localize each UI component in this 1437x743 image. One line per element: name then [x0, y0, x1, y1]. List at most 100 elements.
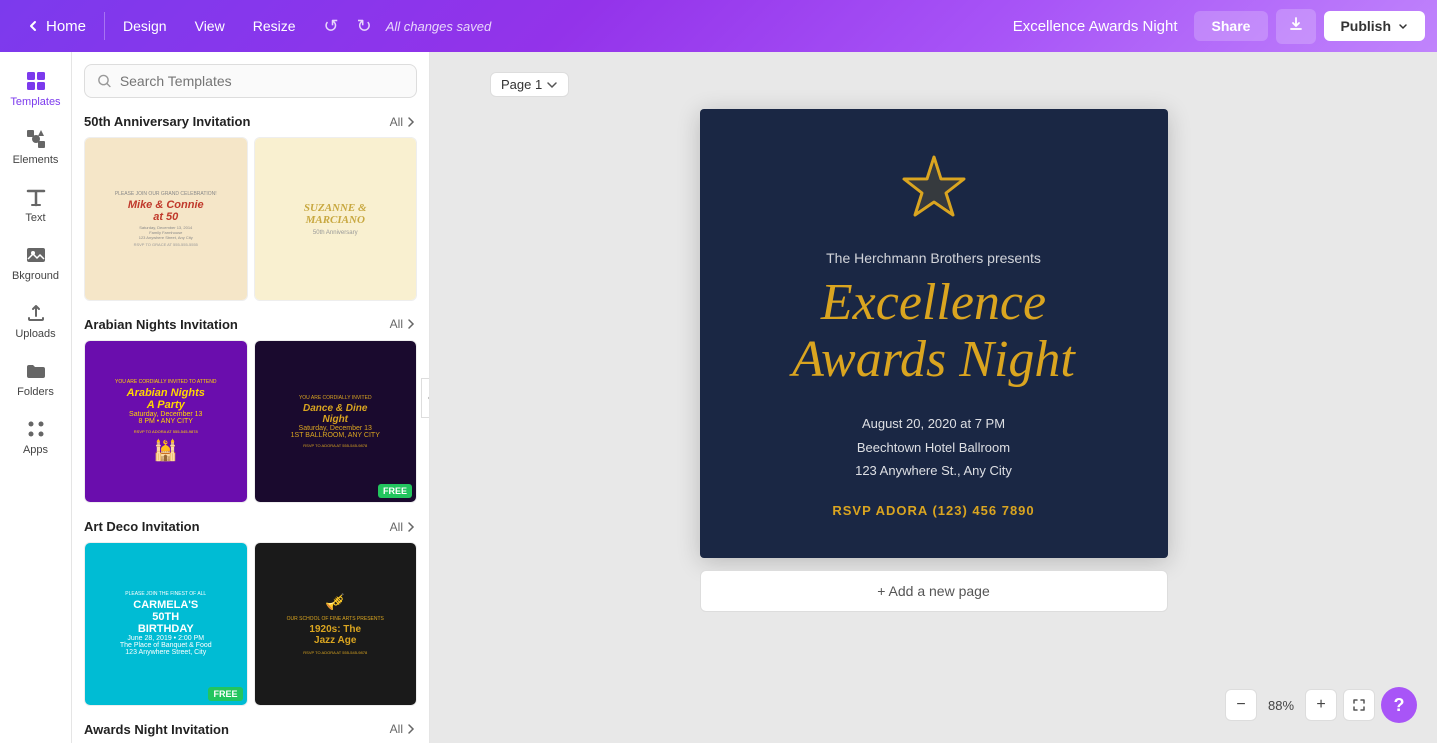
template-title: SUZANNE &MARCIANO — [304, 202, 367, 226]
design-button[interactable]: Design — [109, 12, 181, 40]
add-page-button[interactable]: + Add a new page — [700, 570, 1168, 612]
template-invite-text: YOU ARE CORDIALLY INVITED — [291, 395, 380, 401]
fullscreen-button[interactable] — [1343, 689, 1375, 721]
template-arabian-2[interactable]: YOU ARE CORDIALLY INVITED Dance & DineNi… — [254, 340, 418, 504]
free-badge: FREE — [208, 687, 242, 701]
template-event-name: Dance & DineNight — [291, 403, 380, 425]
download-button[interactable] — [1276, 9, 1316, 44]
resize-button[interactable]: Resize — [239, 12, 310, 40]
section-50th-title: 50th Anniversary Invitation — [84, 114, 250, 129]
section-arabian-grid: YOU ARE CORDIALLY INVITED TO ATTEND Arab… — [84, 340, 417, 504]
search-input[interactable] — [120, 73, 404, 89]
templates-panel: 50th Anniversary Invitation All PLEASE J… — [72, 52, 430, 743]
template-event-details: Saturday, December 131ST BALLROOM, ANY C… — [291, 425, 380, 439]
canvas-presenter-text: The Herchmann Brothers presents — [826, 250, 1041, 266]
template-trumpet-icon: 🎺 — [287, 592, 384, 612]
section-arabian-nights: Arabian Nights Invitation All YOU ARE CO… — [84, 317, 417, 504]
search-bar — [84, 64, 417, 98]
template-50th-2[interactable]: SUZANNE &MARCIANO 50th Anniversary — [254, 137, 418, 301]
sidebar-item-templates[interactable]: Templates — [0, 60, 71, 118]
zoom-in-button[interactable]: + — [1305, 689, 1337, 721]
undo-button[interactable]: ↺ — [318, 12, 345, 41]
template-arabian-1[interactable]: YOU ARE CORDIALLY INVITED TO ATTEND Arab… — [84, 340, 248, 504]
publish-label: Publish — [1340, 18, 1391, 34]
section-artdeco-header: Art Deco Invitation All — [84, 519, 417, 534]
template-preview-text: PLEASE JOIN OUR GRAND CELEBRATION! — [115, 191, 217, 197]
folders-icon — [25, 360, 47, 382]
redo-button[interactable]: ↻ — [351, 12, 378, 41]
template-artdeco-2[interactable]: 🎺 OUR SCHOOL OF FINE ARTS PRESENTS 1920s… — [254, 542, 418, 706]
help-button[interactable]: ? — [1381, 687, 1417, 723]
section-50th-header: 50th Anniversary Invitation All — [84, 114, 417, 129]
view-button[interactable]: View — [181, 12, 239, 40]
zoom-controls: − 88% + ? — [1225, 687, 1417, 723]
template-details: Saturday, December 13, 2014Family Farmho… — [115, 225, 217, 240]
chevron-right-icon — [405, 723, 417, 735]
chevron-down-icon — [1397, 20, 1409, 32]
save-status: All changes saved — [386, 19, 492, 34]
section-artdeco-all-button[interactable]: All — [390, 520, 417, 534]
text-label: Text — [25, 212, 45, 224]
apps-icon — [25, 418, 47, 440]
page-indicator-button[interactable]: Page 1 — [490, 72, 569, 97]
uploads-label: Uploads — [15, 328, 55, 340]
free-badge: FREE — [378, 484, 412, 498]
publish-button[interactable]: Publish — [1324, 11, 1425, 41]
section-50th-all-button[interactable]: All — [390, 115, 417, 129]
canvas-title[interactable]: Excellence Awards Night — [792, 274, 1075, 388]
search-icon — [97, 73, 112, 89]
section-awards-all-button[interactable]: All — [390, 722, 417, 736]
template-50th-1[interactable]: PLEASE JOIN OUR GRAND CELEBRATION! Mike … — [84, 137, 248, 301]
page-indicator: Page 1 — [490, 72, 569, 97]
main-area: Templates Elements Text — [0, 52, 1437, 743]
fullscreen-icon — [1352, 698, 1366, 712]
canvas-title-line1: Excellence — [821, 274, 1046, 331]
section-50th-grid: PLEASE JOIN OUR GRAND CELEBRATION! Mike … — [84, 137, 417, 301]
canvas-address: 123 Anywhere St., Any City — [855, 459, 1012, 482]
template-event-details: Saturday, December 138 PM • ANY CITY — [115, 411, 217, 425]
page-label: Page 1 — [501, 77, 542, 92]
sidebar-item-background[interactable]: Bkground — [0, 234, 71, 292]
sidebar-item-elements[interactable]: Elements — [0, 118, 71, 176]
home-button[interactable]: Home — [12, 12, 100, 41]
zoom-out-button[interactable]: − — [1225, 689, 1257, 721]
uploads-icon — [25, 302, 47, 324]
sidebar-item-text[interactable]: Text — [0, 176, 71, 234]
sidebar-item-uploads[interactable]: Uploads — [0, 292, 71, 350]
template-invite-text: PLEASE JOIN THE FINEST OF ALL — [120, 591, 212, 597]
panel-collapse-button[interactable] — [421, 378, 430, 418]
section-arabian-title: Arabian Nights Invitation — [84, 317, 238, 332]
zoom-level-display: 88% — [1263, 698, 1299, 713]
background-label: Bkground — [12, 270, 59, 282]
nav-divider — [104, 12, 105, 40]
section-art-deco: Art Deco Invitation All PLEASE JOIN THE … — [84, 519, 417, 706]
sidebar-icons: Templates Elements Text — [0, 52, 72, 743]
section-artdeco-title: Art Deco Invitation — [84, 519, 200, 534]
canvas-area[interactable]: Page 1 The Herchmann Brothers presents — [430, 52, 1437, 743]
text-icon — [25, 186, 47, 208]
help-icon: ? — [1394, 695, 1405, 716]
section-arabian-header: Arabian Nights Invitation All — [84, 317, 417, 332]
background-icon — [25, 244, 47, 266]
template-subtitle: 50th Anniversary — [304, 230, 367, 236]
download-icon — [1288, 16, 1304, 32]
template-artdeco-1[interactable]: PLEASE JOIN THE FINEST OF ALL CARMELA'S5… — [84, 542, 248, 706]
template-footer: RSVP TO GRACE AT 555-555-5555 — [115, 242, 217, 247]
canvas-card[interactable]: The Herchmann Brothers presents Excellen… — [700, 109, 1168, 558]
share-button[interactable]: Share — [1194, 11, 1269, 41]
undo-redo-actions: ↺ ↻ — [318, 12, 378, 41]
doc-title[interactable]: Excellence Awards Night — [1013, 18, 1178, 35]
home-label: Home — [46, 18, 86, 35]
zoom-minus-icon: − — [1236, 696, 1245, 714]
section-arabian-all-button[interactable]: All — [390, 317, 417, 331]
section-awards-title: Awards Night Invitation — [84, 722, 229, 737]
zoom-plus-icon: + — [1316, 696, 1325, 714]
sidebar-item-apps[interactable]: Apps — [0, 408, 71, 466]
template-name: Mike & Connieat 50 — [115, 199, 217, 223]
template-rsvp: RSVP TO ADORA AT 555-545-9878 — [291, 443, 380, 448]
canvas-title-line2: Awards Night — [792, 331, 1075, 388]
chevron-right-icon — [405, 521, 417, 533]
star-icon — [894, 149, 974, 229]
folders-label: Folders — [17, 386, 54, 398]
sidebar-item-folders[interactable]: Folders — [0, 350, 71, 408]
